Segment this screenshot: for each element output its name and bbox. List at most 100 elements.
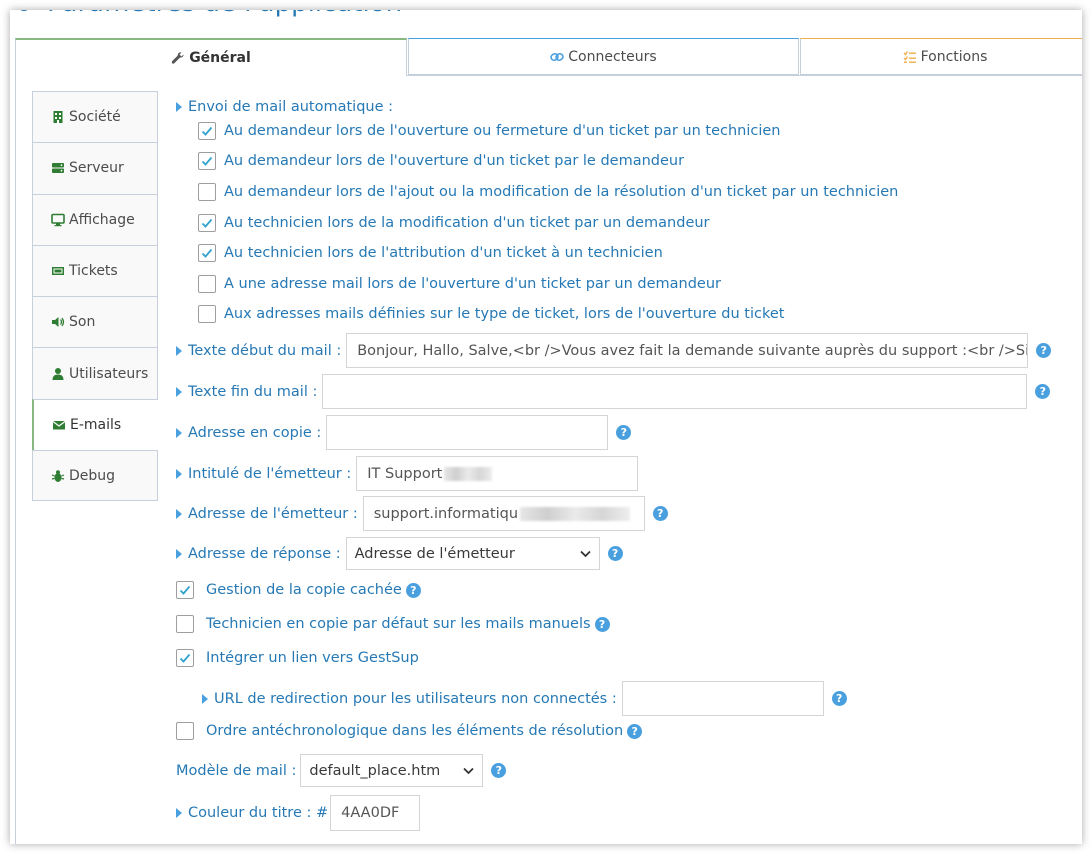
side-tab-label: Serveur (69, 160, 124, 177)
help-icon[interactable]: ? (594, 616, 610, 632)
redirect-url-label: URL de redirection pour les utilisateurs… (214, 690, 617, 707)
auto-mail-option[interactable]: Au technicien lors de la modification d'… (198, 214, 710, 232)
auto-mail-option[interactable]: Au demandeur lors de l'ouverture ou ferm… (198, 122, 780, 140)
help-icon[interactable]: ? (405, 582, 421, 598)
side-tab-label: Utilisateurs (69, 365, 149, 382)
sender-name-label: Intitulé de l'émetteur : (188, 465, 352, 482)
auto-mail-option-label: Au technicien lors de l'attribution d'un… (224, 245, 663, 261)
side-tab-emails[interactable]: E-mails (32, 398, 158, 451)
side-tab-label: Société (69, 109, 121, 126)
caret-right-icon (176, 102, 182, 112)
title-color-input[interactable]: 4AA0DF (330, 795, 421, 831)
list-check-icon (903, 50, 916, 63)
wrench-icon (171, 52, 184, 64)
side-tab-affichage[interactable]: Affichage (32, 193, 157, 245)
checkbox[interactable] (198, 152, 216, 170)
tab-connecteurs[interactable]: Connecteurs (408, 38, 799, 75)
gestsup-link-option[interactable]: Intégrer un lien vers GestSup (176, 649, 419, 667)
checkbox[interactable] (198, 244, 216, 262)
help-icon[interactable]: ? (491, 763, 507, 778)
page-title-text: Paramètres de l'application (47, 10, 402, 18)
tab-general-label: Général (189, 50, 251, 66)
help-icon[interactable]: ? (1036, 343, 1052, 358)
tab-fonctions-label: Fonctions (920, 48, 988, 65)
sender-name-input[interactable]: IT Support (356, 456, 639, 491)
side-tab-debug[interactable]: Debug (32, 450, 157, 502)
cc-address-input[interactable] (326, 415, 609, 450)
caret-right-icon (176, 345, 182, 356)
auto-mail-option-label: A une adresse mail lors de l'ouverture d… (224, 276, 721, 292)
mail-start-input[interactable]: Bonjour, Hallo, Salve,<br />Vous avez fa… (346, 333, 1029, 368)
auto-mail-option[interactable]: A une adresse mail lors de l'ouverture d… (198, 275, 721, 293)
mail-start-label: Texte début du mail : (188, 342, 342, 359)
checkbox[interactable] (176, 581, 194, 599)
side-tab-tickets[interactable]: Tickets (32, 244, 157, 297)
side-tab-societe[interactable]: Société (32, 91, 157, 143)
help-icon[interactable]: ? (1035, 384, 1051, 399)
side-tab-label: Debug (69, 467, 116, 484)
tech-cc-option[interactable]: Technicien en copie par défaut sur les m… (176, 615, 610, 633)
envelope-icon (52, 420, 66, 430)
checkbox[interactable] (198, 183, 216, 201)
check-icon (201, 156, 213, 166)
side-tab-serveur[interactable]: Serveur (32, 142, 157, 194)
check-icon (201, 126, 213, 136)
auto-mail-option-label: Au technicien lors de la modification d'… (224, 215, 710, 231)
title-color-row: Couleur du titre : # 4AA0DF (176, 795, 421, 831)
checkbox[interactable] (198, 275, 216, 293)
reply-address-select[interactable]: Adresse de l'émetteur (345, 537, 600, 570)
checkbox[interactable] (198, 214, 216, 232)
title-color-label: Couleur du titre : # (188, 805, 329, 821)
sender-address-value: support.informatiqu (373, 505, 519, 522)
auto-mail-option[interactable]: Au demandeur lors de l'ouverture d'un ti… (198, 152, 684, 170)
help-icon[interactable]: ? (652, 506, 668, 521)
auto-mail-option[interactable]: Au demandeur lors de l'ajout ou la modif… (198, 183, 898, 201)
help-icon[interactable]: ? (831, 691, 847, 706)
reverse-order-option[interactable]: Ordre antéchronologique dans les élément… (176, 722, 643, 740)
mail-end-input[interactable] (322, 374, 1028, 409)
side-tabs: Société Serveur Affichage Tickets Son Ut… (32, 91, 158, 502)
caret-right-icon (176, 386, 182, 397)
sender-address-row: Adresse de l'émetteur : support.informat… (176, 496, 668, 531)
template-label: Modèle de mail : (176, 762, 297, 779)
side-tab-label: Tickets (69, 263, 118, 280)
help-icon[interactable]: ? (627, 723, 643, 739)
template-row: Modèle de mail : default_place.htm ? (176, 754, 507, 787)
mail-end-row: Texte fin du mail : ? (176, 374, 1051, 409)
help-icon[interactable]: ? (607, 546, 623, 561)
auto-mail-option[interactable]: Au technicien lors de l'attribution d'un… (198, 244, 663, 262)
building-icon (53, 111, 63, 124)
side-tab-son[interactable]: Son (32, 296, 157, 348)
tab-general[interactable]: Général (15, 38, 407, 76)
reverse-order-label: Ordre antéchronologique dans les élément… (206, 723, 624, 739)
cc-address-row: Adresse en copie : ? (176, 415, 632, 450)
chevron-down-icon (579, 550, 591, 557)
bug-icon (51, 470, 65, 482)
user-icon (52, 367, 64, 380)
general-pane: Société Serveur Affichage Tickets Son Ut… (15, 75, 1082, 844)
tab-fonctions[interactable]: Fonctions (800, 38, 1082, 75)
checkbox[interactable] (176, 649, 194, 667)
reply-address-value: Adresse de l'émetteur (354, 545, 515, 562)
bcc-option[interactable]: Gestion de la copie cachée ? (176, 581, 421, 599)
auto-mail-option-label: Au demandeur lors de l'ajout ou la modif… (224, 184, 899, 200)
auto-mail-option[interactable]: Aux adresses mails définies sur le type … (198, 305, 784, 323)
checkbox[interactable] (198, 122, 216, 140)
side-tab-utilisateurs[interactable]: Utilisateurs (32, 347, 157, 399)
caret-right-icon (176, 548, 182, 559)
caret-right-icon (176, 508, 182, 519)
tech-cc-label: Technicien en copie par défaut sur les m… (206, 616, 591, 632)
sender-name-row: Intitulé de l'émetteur : IT Support (176, 456, 639, 491)
reply-address-row: Adresse de réponse : Adresse de l'émette… (176, 537, 623, 570)
auto-mail-option-label: Aux adresses mails définies sur le type … (224, 306, 785, 322)
check-icon (179, 585, 191, 595)
checkbox[interactable] (176, 722, 194, 740)
template-select[interactable]: default_place.htm (300, 754, 484, 787)
checkbox[interactable] (198, 305, 216, 323)
help-icon[interactable]: ? (616, 425, 632, 440)
monitor-icon (51, 213, 65, 226)
checkbox[interactable] (176, 615, 194, 633)
side-tab-label: Affichage (69, 211, 135, 228)
redirect-url-input[interactable] (621, 681, 824, 716)
sender-address-input[interactable]: support.informatiqu (362, 496, 645, 531)
